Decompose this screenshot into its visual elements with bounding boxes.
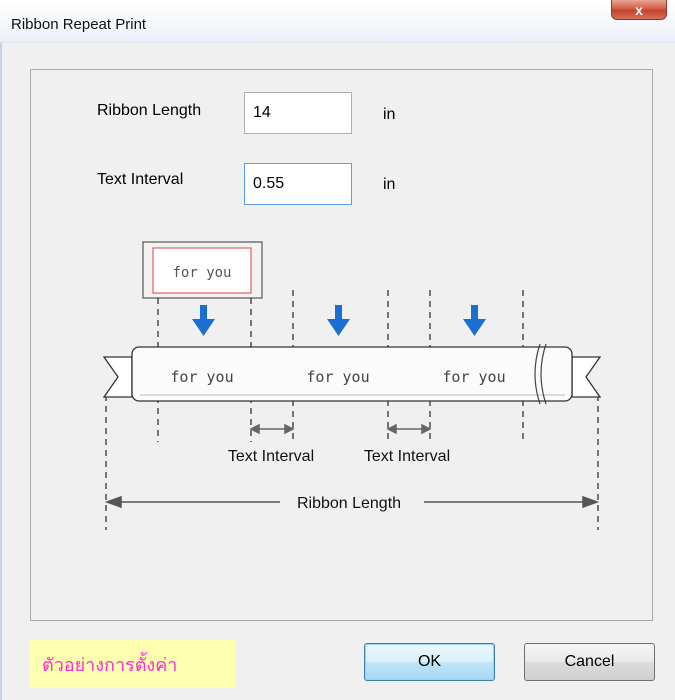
text-interval-caption-1: Text Interval (228, 448, 314, 465)
ribbon-text-3: for you (442, 368, 505, 386)
interval-arrows (249, 423, 432, 435)
cancel-button[interactable]: Cancel (524, 643, 655, 681)
sample-text: for you (172, 265, 231, 281)
ribbon-diagram: for you for you for you for you Text Int… (102, 241, 602, 530)
text-interval-caption-2: Text Interval (364, 448, 450, 465)
ribbon-length-caption: Ribbon Length (297, 495, 401, 512)
ok-label: OK (417, 653, 442, 670)
cancel-label: Cancel (564, 653, 615, 670)
ribbon-shape: for you for you for you (102, 343, 602, 405)
ribbon-text-1: for you (170, 368, 233, 386)
sample-settings-note: ตัวอย่างการตั้งค่า (30, 640, 235, 688)
down-arrow-icon (192, 305, 215, 336)
guide-lines (105, 290, 599, 530)
down-arrow-icon (463, 305, 486, 336)
ribbon-text-2: for you (306, 368, 369, 386)
sample-settings-text: ตัวอย่างการตั้งค่า (42, 654, 178, 676)
ok-button[interactable]: OK (364, 643, 495, 681)
down-arrow-icon (327, 305, 350, 336)
print-arrows (192, 305, 486, 336)
